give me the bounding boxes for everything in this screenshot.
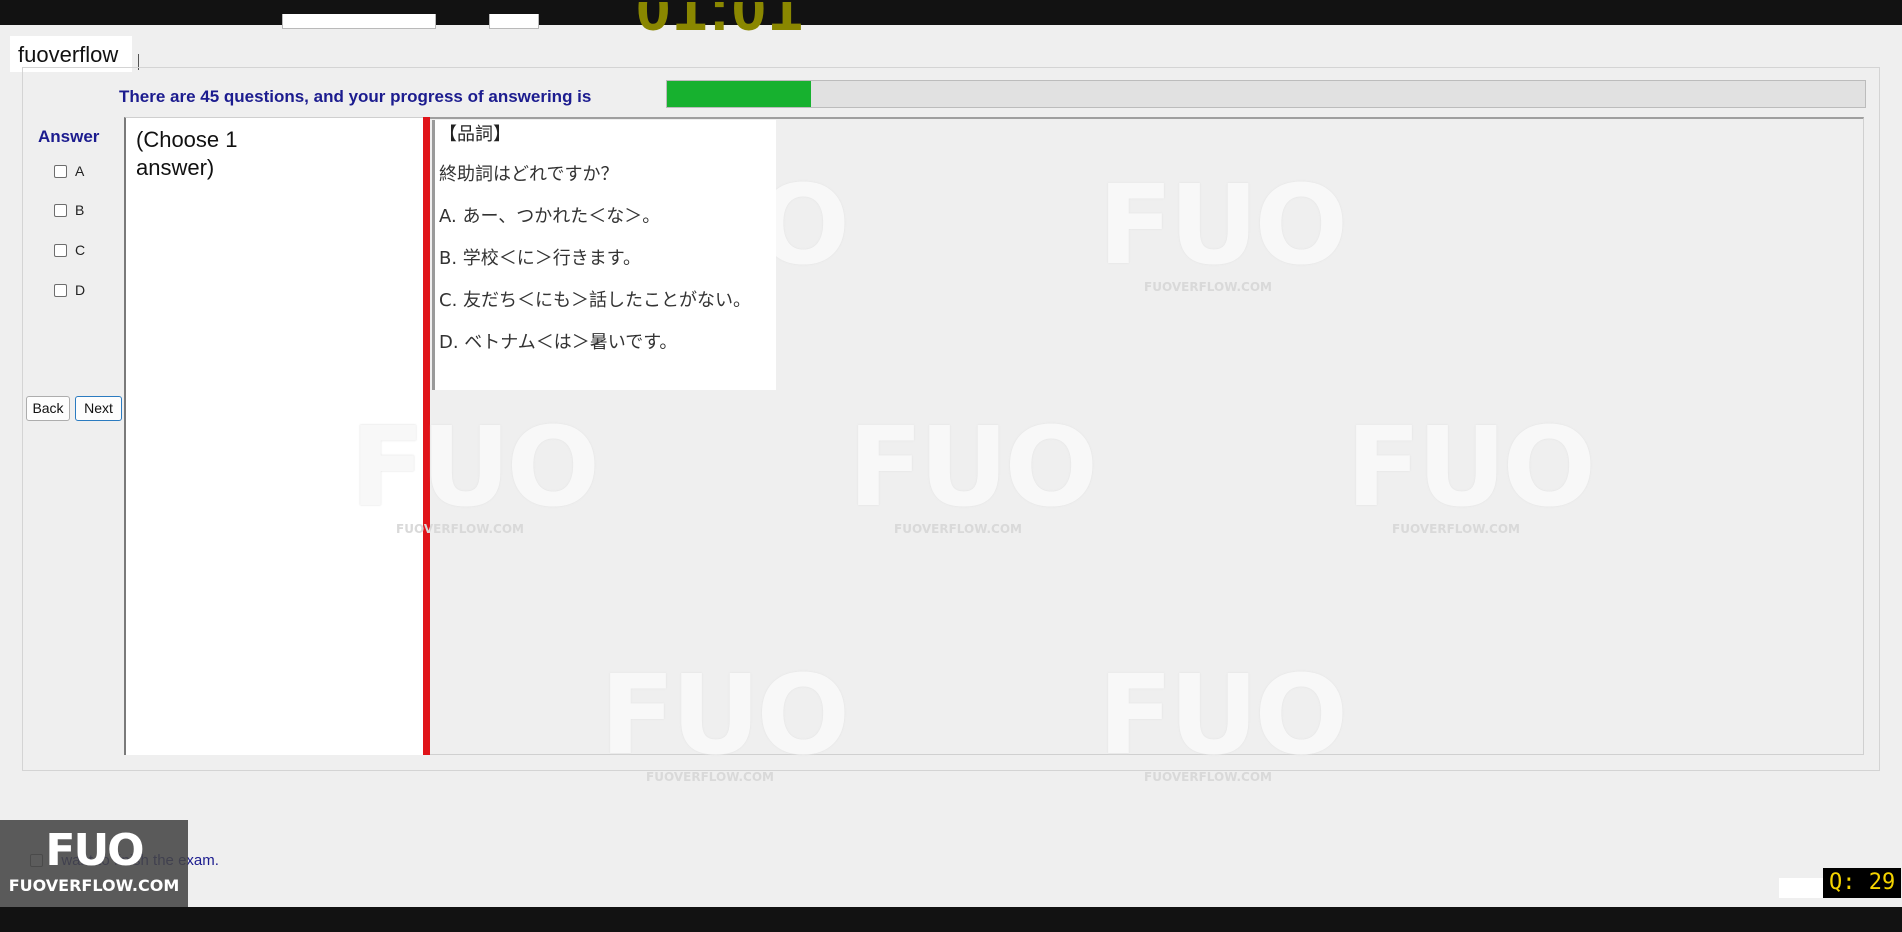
question-prompt: 終助詞はどれですか？ (439, 164, 619, 185)
question-content: 【品詞】 終助詞はどれですか？ A. あー、つかれた＜な＞。 B. 学校＜に＞行… (432, 120, 776, 390)
top-small-field[interactable] (489, 14, 539, 29)
choose-answer-panel: (Choose 1 answer) (124, 117, 423, 755)
question-option-c: C. 友だち＜にも＞話したことがない。 (439, 290, 752, 311)
question-counter: Q: 29 (1823, 868, 1902, 898)
progress-bar-fill (667, 81, 811, 107)
next-button[interactable]: Next (75, 396, 122, 421)
question-option-a: A. あー、つかれた＜な＞。 (439, 206, 661, 227)
answer-option-label: C (75, 242, 86, 258)
question-option-b: B. 学校＜に＞行きます。 (439, 248, 641, 269)
progress-bar (666, 80, 1866, 108)
checkbox-b[interactable] (54, 203, 67, 217)
back-button[interactable]: Back (26, 396, 70, 421)
counter-backdrop (1779, 878, 1825, 898)
answer-option-label: D (75, 282, 86, 298)
answer-option-a[interactable]: A (54, 163, 84, 179)
choose-instruction: (Choose 1 answer) (136, 127, 238, 180)
top-dropdown[interactable] (282, 14, 436, 29)
checkbox-c[interactable] (54, 243, 67, 257)
fuo-logo: FUO FUOVERFLOW.COM (0, 820, 188, 907)
answer-option-d[interactable]: D (54, 282, 85, 298)
bottom-black-bar (0, 907, 1902, 932)
answer-option-c[interactable]: C (54, 242, 85, 258)
panel-divider[interactable] (423, 117, 430, 755)
answer-option-label: A (75, 163, 85, 179)
question-option-d: D. ベトナム＜は＞暑いです。 (439, 332, 678, 353)
answer-option-b[interactable]: B (54, 202, 84, 218)
exam-timer: 01:01 (636, 2, 805, 42)
question-category: 【品詞】 (439, 124, 511, 145)
answer-heading: Answer (38, 127, 100, 146)
progress-label: There are 45 questions, and your progres… (119, 87, 592, 106)
checkbox-a[interactable] (54, 164, 67, 178)
answer-option-label: B (75, 202, 85, 218)
checkbox-d[interactable] (54, 283, 67, 297)
